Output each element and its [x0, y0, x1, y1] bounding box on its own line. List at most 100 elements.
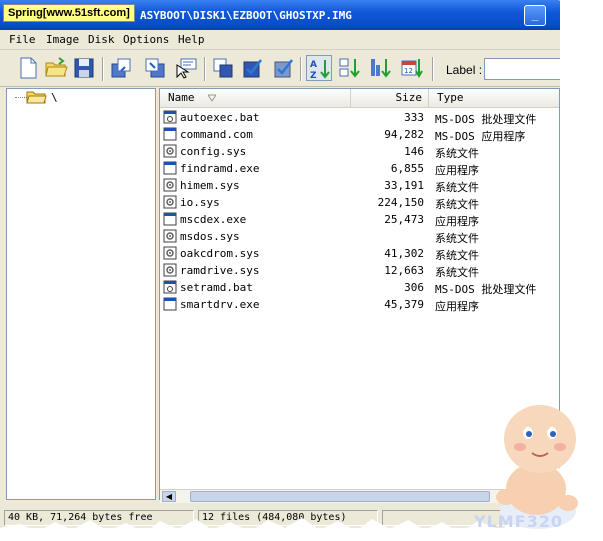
check-button[interactable]: [239, 55, 265, 81]
application-icon: [163, 127, 177, 141]
file-row[interactable]: mscdex.exe 25,473 应用程序: [160, 211, 559, 228]
file-name: command.com: [180, 128, 253, 141]
file-name: ramdrive.sys: [180, 264, 260, 277]
file-type: 应用程序: [435, 164, 479, 177]
new-button[interactable]: [15, 55, 41, 81]
save-disk-icon: [74, 58, 94, 78]
toolbar-separator: [204, 57, 206, 81]
application-icon: [163, 297, 177, 311]
sort-date-icon: 12: [401, 59, 423, 78]
file-row[interactable]: msdos.sys 系统文件: [160, 228, 559, 245]
batch-file-icon: [163, 110, 177, 124]
file-size: 12,663: [384, 264, 424, 277]
verify-button[interactable]: [270, 55, 296, 81]
file-name: smartdrv.exe: [180, 298, 260, 311]
file-type: 系统文件: [435, 266, 479, 279]
file-name: autoexec.bat: [180, 111, 260, 124]
file-size: 333: [404, 111, 424, 124]
system-file-icon: [163, 229, 177, 243]
folder-tree: \: [6, 88, 156, 500]
file-row[interactable]: himem.sys 33,191 系统文件: [160, 177, 559, 194]
file-size: 224,150: [377, 196, 424, 209]
sort-size-icon: [371, 59, 391, 78]
save-button[interactable]: [71, 55, 97, 81]
svg-text:Z: Z: [310, 71, 317, 81]
file-type: 系统文件: [435, 249, 479, 262]
file-row[interactable]: ramdrive.sys 12,663 系统文件: [160, 262, 559, 279]
file-type: MS-DOS 批处理文件: [435, 283, 537, 296]
file-row[interactable]: oakcdrom.sys 41,302 系统文件: [160, 245, 559, 262]
sort-by-date-button[interactable]: 12: [399, 55, 425, 81]
sort-by-type-button[interactable]: [337, 55, 363, 81]
system-file-icon: [163, 178, 177, 192]
label-caption: Label :: [446, 63, 483, 77]
toolbar-separator: [300, 57, 302, 81]
file-type: 系统文件: [435, 181, 479, 194]
file-size: 6,855: [390, 162, 424, 175]
sort-indicator-icon: [208, 94, 216, 102]
file-row[interactable]: setramd.bat 306 MS-DOS 批处理文件: [160, 279, 559, 296]
file-type: MS-DOS 应用程序: [435, 130, 526, 143]
file-name: config.sys: [180, 145, 247, 158]
column-header-label: Size: [395, 91, 423, 104]
file-row[interactable]: config.sys 146 系统文件: [160, 143, 559, 160]
column-header-type[interactable]: Type: [429, 89, 559, 108]
sort-type-icon: [339, 58, 360, 78]
file-row[interactable]: autoexec.bat 333 MS-DOS 批处理文件: [160, 109, 559, 126]
volume-label-input[interactable]: [484, 58, 560, 80]
file-name: mscdex.exe: [180, 213, 247, 226]
system-file-icon: [163, 195, 177, 209]
file-name: himem.sys: [180, 179, 240, 192]
column-header-size[interactable]: Size: [351, 89, 429, 108]
copy-disk-button[interactable]: [210, 55, 236, 81]
toolbar-separator: [432, 57, 434, 81]
file-type: 系统文件: [435, 198, 479, 211]
file-name: io.sys: [180, 196, 220, 209]
file-row[interactable]: command.com 94,282 MS-DOS 应用程序: [160, 126, 559, 143]
file-size: 41,302: [384, 247, 424, 260]
select-icon: [176, 58, 197, 79]
file-name: msdos.sys: [180, 230, 240, 243]
scroll-left-icon[interactable]: ◀: [162, 491, 176, 502]
file-size: 45,379: [384, 298, 424, 311]
menu-bar: File Image Disk Options Help: [0, 30, 560, 50]
file-type: 系统文件: [435, 232, 479, 245]
file-name: setramd.bat: [180, 281, 253, 294]
menu-disk[interactable]: Disk: [88, 33, 115, 46]
file-row[interactable]: io.sys 224,150 系统文件: [160, 194, 559, 211]
open-button[interactable]: [43, 55, 69, 81]
extract-button[interactable]: [108, 55, 134, 81]
toolbar: AZ 12 Label :: [0, 51, 560, 87]
check-icon: [243, 59, 262, 78]
column-header-label: Type: [437, 91, 464, 104]
inject-button[interactable]: [142, 55, 168, 81]
sort-by-name-button[interactable]: AZ: [306, 55, 332, 81]
folder-open-icon: [26, 91, 47, 104]
select-button[interactable]: [173, 55, 199, 81]
extract-icon: [111, 58, 131, 78]
file-row[interactable]: smartdrv.exe 45,379 应用程序: [160, 296, 559, 313]
file-row[interactable]: findramd.exe 6,855 应用程序: [160, 160, 559, 177]
watermark-label: Spring[www.51sft.com]: [3, 4, 135, 22]
system-file-icon: [163, 263, 177, 277]
tree-item-label: \: [51, 91, 58, 104]
minimize-button[interactable]: _: [524, 5, 546, 26]
brand-watermark: YLMF320: [474, 512, 564, 531]
system-file-icon: [163, 246, 177, 260]
file-name: findramd.exe: [180, 162, 260, 175]
menu-image[interactable]: Image: [46, 33, 79, 46]
scrollbar-thumb[interactable]: [190, 491, 490, 502]
title-bar[interactable]: Spring[www.51sft.com] ASYBOOT\DISK1\EZBO…: [0, 0, 560, 30]
menu-help[interactable]: Help: [178, 33, 205, 46]
svg-text:A: A: [310, 60, 317, 70]
batch-file-icon: [163, 280, 177, 294]
window-title: ASYBOOT\DISK1\EZBOOT\GHOSTXP.IMG: [140, 9, 352, 22]
new-file-icon: [20, 57, 37, 79]
sort-by-size-button[interactable]: [368, 55, 394, 81]
menu-file[interactable]: File: [9, 33, 36, 46]
svg-text:12: 12: [404, 67, 413, 75]
system-file-icon: [163, 144, 177, 158]
tree-item-root[interactable]: \: [7, 89, 147, 105]
menu-options[interactable]: Options: [123, 33, 169, 46]
column-header-name[interactable]: Name: [160, 89, 351, 108]
